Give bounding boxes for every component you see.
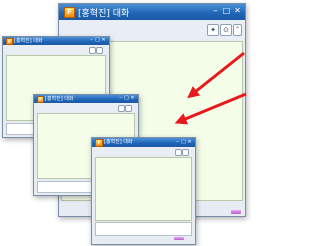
arrow-2 [174, 92, 247, 125]
arrow-1 [187, 51, 245, 99]
annotation-arrows [174, 51, 247, 125]
